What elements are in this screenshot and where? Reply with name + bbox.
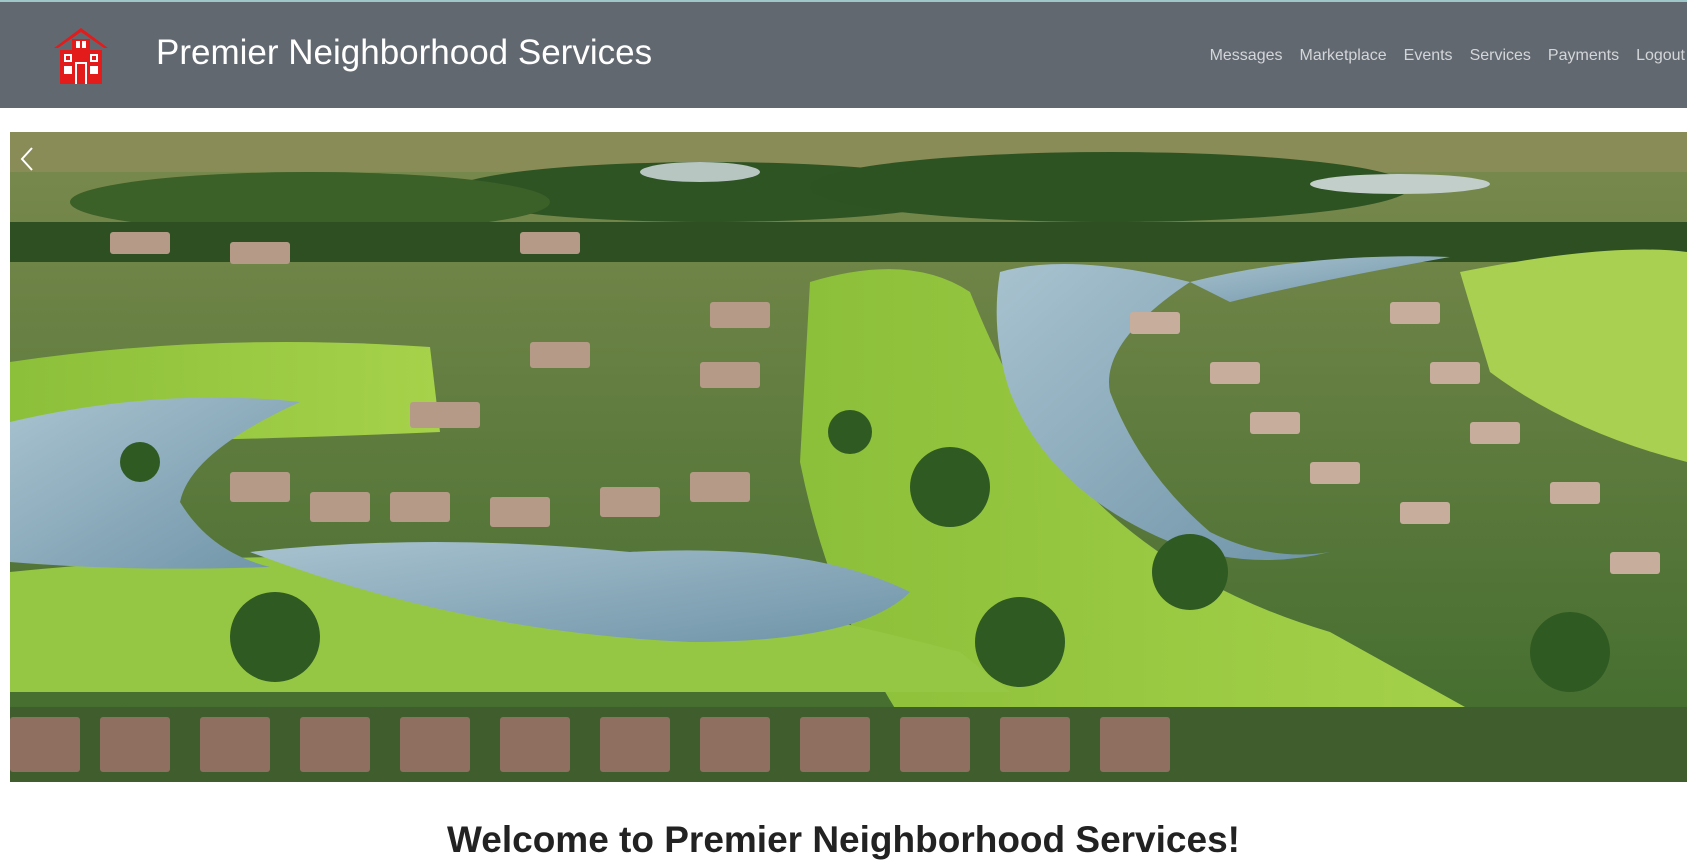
house-icon[interactable]	[52, 26, 110, 86]
top-navbar: Premier Neighborhood Services Messages M…	[0, 2, 1687, 108]
welcome-heading: Welcome to Premier Neighborhood Services…	[447, 818, 1240, 860]
nav-logout[interactable]: Logout	[1636, 46, 1685, 66]
nav-messages[interactable]: Messages	[1210, 46, 1283, 66]
chevron-left-icon[interactable]	[10, 132, 46, 186]
hero-image	[10, 132, 1687, 782]
nav-events[interactable]: Events	[1404, 46, 1453, 66]
main-nav: Messages Marketplace Events Services Pay…	[1210, 46, 1685, 66]
hero-carousel	[10, 132, 1687, 782]
nav-marketplace[interactable]: Marketplace	[1299, 46, 1386, 66]
brand-title[interactable]: Premier Neighborhood Services	[156, 32, 652, 74]
nav-payments[interactable]: Payments	[1548, 46, 1619, 66]
nav-services[interactable]: Services	[1470, 46, 1531, 66]
